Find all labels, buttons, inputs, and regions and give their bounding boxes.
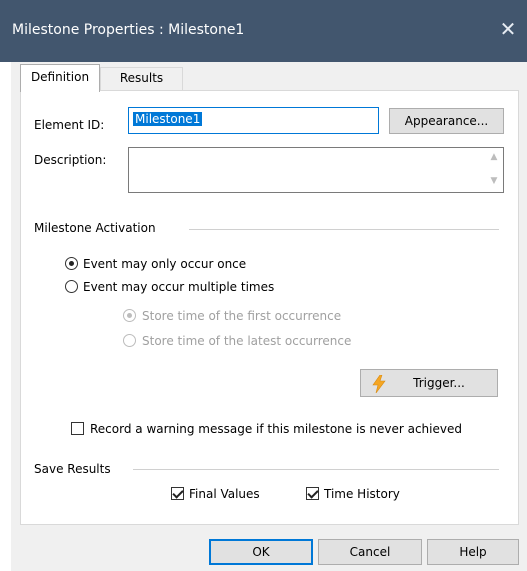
chevron-up-icon[interactable]: ▲ [489,152,499,162]
radio-occur-once[interactable] [65,257,78,270]
chevron-down-icon[interactable]: ▼ [489,176,499,186]
cancel-button[interactable]: Cancel [318,539,422,565]
radio-occur-multiple[interactable] [65,280,78,293]
definition-panel: Element ID: Milestone1 Appearance... Des… [20,90,519,525]
element-id-label: Element ID: [34,118,105,132]
tab-definition[interactable]: Definition [20,64,100,92]
trigger-button[interactable]: Trigger... [360,369,498,397]
radio-latest-occurrence[interactable] [123,334,136,347]
activation-group-divider [189,229,499,230]
description-label: Description: [34,153,107,167]
ok-button[interactable]: OK [209,539,313,565]
appearance-button[interactable]: Appearance... [389,108,504,134]
final-values-label[interactable]: Final Values [189,487,260,501]
time-history-label[interactable]: Time History [324,487,400,501]
save-results-group-label: Save Results [34,462,111,476]
description-input[interactable]: ▲ ▼ [128,147,504,193]
title-bar[interactable]: Milestone Properties : Milestone1 ✕ [0,0,527,62]
trigger-button-label: Trigger... [413,376,465,390]
time-history-checkbox[interactable] [306,487,319,500]
radio-occur-once-label[interactable]: Event may only occur once [83,257,246,271]
window-edge [0,62,11,571]
final-values-checkbox[interactable] [171,487,184,500]
tab-results[interactable]: Results [100,67,183,90]
save-results-group-divider [133,469,499,470]
help-button[interactable]: Help [427,539,519,565]
activation-group-label: Milestone Activation [34,221,156,235]
element-id-input[interactable]: Milestone1 [128,107,379,134]
radio-first-occurrence[interactable] [123,309,136,322]
lightning-bolt-icon [372,375,386,393]
close-icon[interactable]: ✕ [497,18,519,40]
radio-latest-occurrence-label: Store time of the latest occurrence [142,334,352,348]
warning-checkbox[interactable] [71,422,84,435]
element-id-value: Milestone1 [133,112,203,126]
window-title: Milestone Properties : Milestone1 [12,22,245,38]
warning-checkbox-label[interactable]: Record a warning message if this milesto… [90,422,462,436]
radio-occur-multiple-label[interactable]: Event may occur multiple times [83,280,274,294]
radio-first-occurrence-label: Store time of the first occurrence [142,309,342,323]
